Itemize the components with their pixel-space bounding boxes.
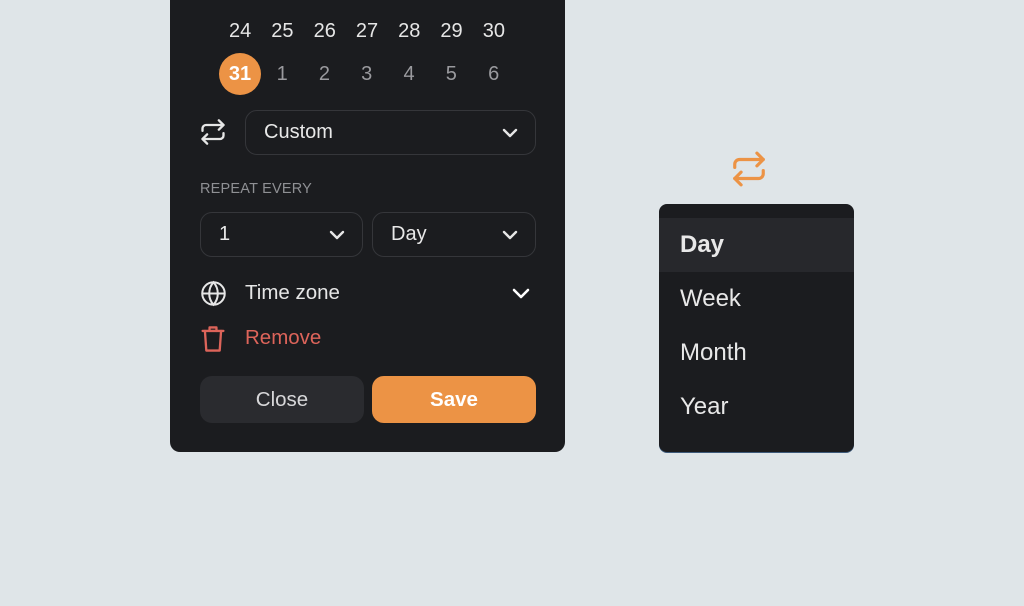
chevron-down-icon <box>502 230 518 239</box>
globe-icon <box>201 280 226 307</box>
interval-select[interactable]: 1 <box>200 212 363 257</box>
remove-button[interactable]: Remove <box>245 326 321 350</box>
chevron-down-icon <box>502 128 518 137</box>
unit-select[interactable]: Day <box>372 212 536 257</box>
calendar-day[interactable]: 5 <box>430 53 472 95</box>
dropdown-option-month[interactable]: Month <box>659 326 854 380</box>
repeat-icon <box>733 151 765 187</box>
unit-select-value: Day <box>391 223 427 245</box>
dropdown-option-day[interactable]: Day <box>659 218 854 272</box>
save-button[interactable]: Save <box>372 376 536 423</box>
calendar-day[interactable]: 29 <box>430 10 472 52</box>
calendar-day[interactable]: 26 <box>304 10 346 52</box>
calendar-week-row: 24 25 26 27 28 29 30 <box>219 10 515 52</box>
calendar-day[interactable]: 30 <box>473 10 515 52</box>
timezone-toggle[interactable]: Time zone <box>245 281 340 305</box>
calendar-week-row: 31 1 2 3 4 5 6 <box>219 53 515 95</box>
close-button[interactable]: Close <box>200 376 364 423</box>
repeat-icon <box>201 119 225 145</box>
interval-select-value: 1 <box>219 223 231 245</box>
calendar-day[interactable]: 3 <box>346 53 388 95</box>
chevron-down-icon <box>329 230 345 239</box>
calendar-day[interactable]: 27 <box>346 10 388 52</box>
calendar-day[interactable]: 6 <box>472 53 514 95</box>
repeat-every-label: REPEAT EVERY <box>200 181 312 197</box>
calendar-day[interactable]: 4 <box>388 53 430 95</box>
chevron-down-icon[interactable] <box>511 287 531 301</box>
calendar-day[interactable]: 2 <box>303 53 345 95</box>
calendar-day[interactable]: 28 <box>388 10 430 52</box>
dropdown-option-year[interactable]: Year <box>659 380 854 434</box>
repeat-select-value: Custom <box>264 121 333 143</box>
repeat-select[interactable]: Custom <box>245 110 536 155</box>
calendar-day[interactable]: 1 <box>261 53 303 95</box>
trash-icon <box>201 326 225 352</box>
calendar-day[interactable]: 24 <box>219 10 261 52</box>
unit-dropdown-menu: Day Week Month Year <box>659 204 854 452</box>
calendar-day[interactable]: 25 <box>261 10 303 52</box>
dropdown-option-week[interactable]: Week <box>659 272 854 326</box>
calendar-day-selected[interactable]: 31 <box>219 53 261 95</box>
